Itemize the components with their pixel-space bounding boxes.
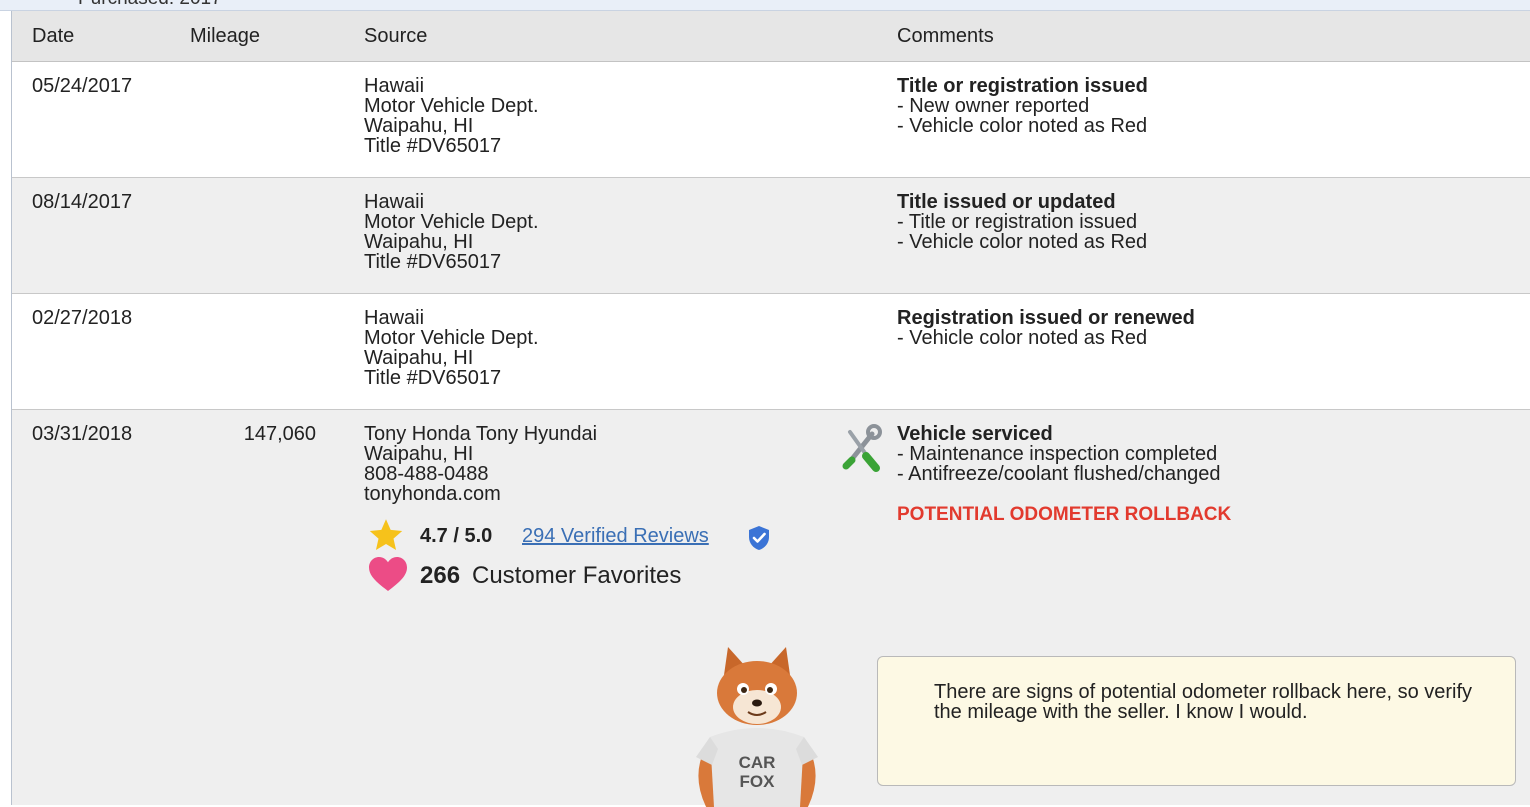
mascot-shirt-text: FOX [740, 772, 776, 791]
comment-line: - Maintenance inspection completed [897, 443, 1218, 465]
source-line: 808-488-0488 [364, 463, 489, 485]
source-line: Waipahu, HI [364, 443, 474, 465]
row-date: 08/14/2017 [32, 191, 133, 213]
table-row: 08/14/2017 Hawaii Motor Vehicle Dept. Wa… [12, 178, 1530, 294]
source-line: Motor Vehicle Dept. [364, 211, 539, 233]
comment-line: - New owner reported [897, 95, 1090, 117]
comment-line: - Vehicle color noted as Red [897, 327, 1148, 349]
carfox-mascot-icon: CAR FOX [696, 647, 818, 807]
vehicle-history-table: Date Mileage Source Comments 05/24/2017 … [11, 11, 1530, 807]
comment-title: Registration issued or renewed [897, 307, 1195, 329]
source-line: Hawaii [364, 307, 425, 329]
row-date: 03/31/2018 [32, 423, 133, 445]
row-date: 02/27/2018 [32, 307, 133, 329]
row-mileage: 147,060 [243, 423, 316, 445]
rating-value: 4.7 / 5.0 [420, 525, 493, 547]
source-line: Title #DV65017 [364, 135, 502, 157]
table-row: 02/27/2018 Hawaii Motor Vehicle Dept. Wa… [12, 294, 1530, 410]
tools-icon [842, 424, 882, 472]
header-date: Date [32, 25, 75, 47]
comment-line: - Vehicle color noted as Red [897, 115, 1148, 137]
source-line: Hawaii [364, 75, 425, 97]
header-comments: Comments [897, 25, 994, 47]
header-mileage: Mileage [190, 25, 261, 47]
mascot-shirt-text: CAR [739, 753, 776, 772]
comment-line: - Title or registration issued [897, 211, 1138, 233]
comment-title: Vehicle serviced [897, 423, 1053, 445]
row-source: Hawaii Motor Vehicle Dept. Waipahu, HI T… [364, 76, 539, 156]
row-comments: Title or registration issued - New owner… [897, 76, 1148, 136]
source-line: Title #DV65017 [364, 251, 502, 273]
row-comments: Registration issued or renewed - Vehicle… [897, 308, 1195, 348]
row-source: Tony Honda Tony Hyundai Waipahu, HI 808-… [364, 424, 597, 504]
source-line: Title #DV65017 [364, 367, 502, 389]
source-line: Motor Vehicle Dept. [364, 327, 539, 349]
row-comments: Title issued or updated - Title or regis… [897, 192, 1147, 252]
row-source: Hawaii Motor Vehicle Dept. Waipahu, HI T… [364, 192, 539, 272]
purchased-year-text: Purchased: 2017 [78, 0, 222, 10]
row-comments: Vehicle serviced - Maintenance inspectio… [897, 424, 1231, 525]
table-row: 05/24/2017 Hawaii Motor Vehicle Dept. Wa… [12, 62, 1530, 178]
favorites-label: Customer Favorites [472, 562, 682, 589]
carfox-tip-text: There are signs of potential odometer ro… [934, 681, 1473, 723]
source-line: Tony Honda Tony Hyundai [364, 423, 598, 445]
comment-title: Title or registration issued [897, 75, 1148, 97]
source-line: Waipahu, HI [364, 231, 474, 253]
source-line: tonyhonda.com [364, 483, 501, 505]
table-header: Date Mileage Source Comments [12, 11, 1530, 62]
heart-icon [369, 557, 407, 591]
comment-line: - Vehicle color noted as Red [897, 231, 1148, 253]
source-line: Hawaii [364, 191, 425, 213]
row-source: Hawaii Motor Vehicle Dept. Waipahu, HI T… [364, 308, 539, 388]
star-icon [369, 519, 403, 550]
previous-section-strip: Purchased: 2017 [0, 0, 1530, 11]
verified-reviews-link[interactable]: 294 Verified Reviews [522, 525, 709, 548]
comment-title: Title issued or updated [897, 191, 1116, 213]
source-line: Waipahu, HI [364, 115, 474, 137]
source-line: Waipahu, HI [364, 347, 474, 369]
favorites-count: 266 [420, 562, 461, 589]
odometer-rollback-alert: POTENTIAL ODOMETER ROLLBACK [897, 504, 1232, 525]
table-row: 03/31/2018 147,060 Tony Honda Tony Hyund… [12, 410, 1530, 807]
verified-shield-icon [749, 526, 769, 550]
comment-line: - Antifreeze/coolant flushed/changed [897, 463, 1221, 485]
row-date: 05/24/2017 [32, 75, 133, 97]
carfox-tip-box: There are signs of potential odometer ro… [877, 656, 1516, 786]
source-line: Motor Vehicle Dept. [364, 95, 539, 117]
header-source: Source [364, 25, 428, 47]
